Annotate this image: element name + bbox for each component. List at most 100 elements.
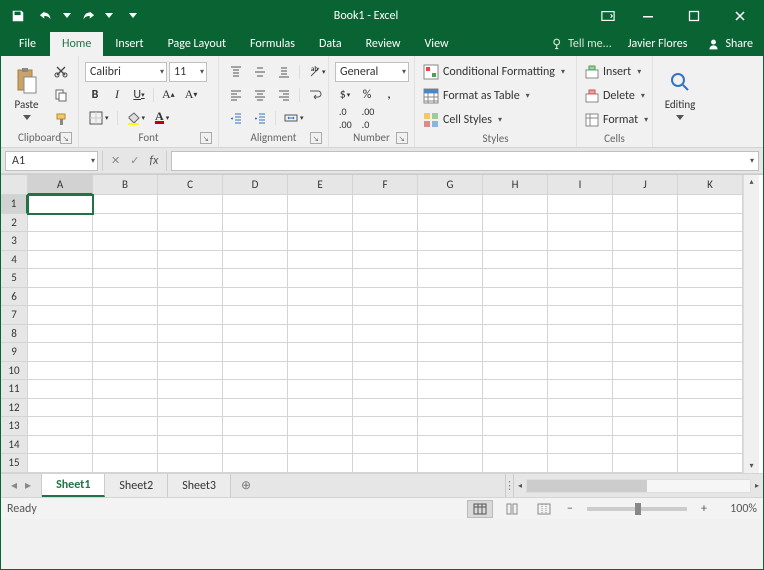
select-all-corner[interactable] (1, 175, 28, 195)
undo-icon[interactable] (33, 4, 59, 28)
column-header[interactable]: H (483, 175, 548, 195)
cell[interactable] (28, 269, 93, 288)
fill-color-button[interactable]: ▾ (122, 108, 150, 128)
tab-formulas[interactable]: Formulas (238, 32, 307, 56)
formula-bar-input[interactable]: ▾ (171, 151, 759, 171)
cell[interactable] (93, 325, 158, 344)
cell[interactable] (28, 362, 93, 381)
cell[interactable] (418, 454, 483, 473)
shrink-font-button[interactable]: A▾ (181, 85, 202, 105)
increase-indent-button[interactable] (249, 108, 271, 128)
cell[interactable] (418, 399, 483, 418)
conditional-formatting-button[interactable]: Conditional Formatting▾ (421, 61, 567, 83)
cell[interactable] (353, 362, 418, 381)
cell[interactable] (418, 306, 483, 325)
align-middle-button[interactable] (249, 62, 271, 82)
cell[interactable] (223, 306, 288, 325)
cell[interactable] (548, 251, 613, 270)
user-name[interactable]: Javier Flores (618, 32, 698, 56)
cell[interactable] (28, 436, 93, 455)
cell[interactable] (288, 343, 353, 362)
align-left-button[interactable] (225, 85, 247, 105)
cell[interactable] (28, 380, 93, 399)
view-page-break-button[interactable] (531, 500, 557, 518)
cell[interactable] (158, 325, 223, 344)
decrease-indent-button[interactable] (225, 108, 247, 128)
tab-review[interactable]: Review (354, 32, 413, 56)
cell[interactable] (483, 195, 548, 214)
cell[interactable] (93, 306, 158, 325)
cell[interactable] (353, 399, 418, 418)
sheet-nav-next-icon[interactable]: ▸ (25, 478, 31, 493)
redo-dropdown-icon[interactable] (103, 4, 115, 28)
vertical-scrollbar[interactable]: ▴▾ (743, 175, 759, 473)
row-header[interactable]: 10 (1, 362, 28, 381)
cell[interactable] (28, 454, 93, 473)
tab-page-layout[interactable]: Page Layout (156, 32, 238, 56)
cell[interactable] (678, 380, 743, 399)
cell[interactable] (353, 195, 418, 214)
decrease-decimal-button[interactable]: .00.0 (358, 108, 379, 128)
cell[interactable] (613, 399, 678, 418)
cell[interactable] (223, 214, 288, 233)
cell[interactable] (353, 232, 418, 251)
cell[interactable] (288, 417, 353, 436)
cell[interactable] (678, 454, 743, 473)
spreadsheet-grid[interactable]: ABCDEFGHIJK▴▾123456789101112131415 (1, 174, 763, 473)
cell[interactable] (418, 269, 483, 288)
cell[interactable] (613, 362, 678, 381)
row-header[interactable]: 5 (1, 269, 28, 288)
row-header[interactable]: 3 (1, 232, 28, 251)
cell-styles-button[interactable]: Cell Styles▾ (421, 109, 567, 131)
cell[interactable] (353, 306, 418, 325)
cell[interactable] (158, 269, 223, 288)
cell[interactable] (483, 251, 548, 270)
row-header[interactable]: 12 (1, 399, 28, 418)
cell[interactable] (28, 343, 93, 362)
cell[interactable] (418, 417, 483, 436)
tab-view[interactable]: View (413, 32, 461, 56)
cell[interactable] (613, 269, 678, 288)
cell[interactable] (483, 306, 548, 325)
cell[interactable] (158, 362, 223, 381)
cell[interactable] (93, 232, 158, 251)
alignment-launcher[interactable] (310, 132, 322, 144)
currency-button[interactable]: $▾ (335, 85, 355, 105)
cell[interactable] (678, 362, 743, 381)
cell[interactable] (288, 306, 353, 325)
undo-dropdown-icon[interactable] (61, 4, 73, 28)
cell[interactable] (483, 417, 548, 436)
borders-button[interactable]: ▾ (85, 108, 113, 128)
cell[interactable] (418, 362, 483, 381)
cell[interactable] (288, 195, 353, 214)
cell[interactable] (613, 454, 678, 473)
cell[interactable] (353, 436, 418, 455)
cell[interactable] (288, 325, 353, 344)
cell[interactable] (28, 417, 93, 436)
row-header[interactable]: 14 (1, 436, 28, 455)
column-header[interactable]: G (418, 175, 483, 195)
cell[interactable] (548, 380, 613, 399)
sheet-tab[interactable]: Sheet1 (42, 474, 105, 497)
cell[interactable] (678, 288, 743, 307)
comma-button[interactable]: , (379, 85, 399, 105)
enter-formula-icon[interactable]: ✓ (130, 154, 139, 167)
row-header[interactable]: 4 (1, 251, 28, 270)
cell[interactable] (418, 195, 483, 214)
row-header[interactable]: 11 (1, 380, 28, 399)
new-sheet-button[interactable]: ⊕ (231, 474, 261, 497)
cell[interactable] (418, 343, 483, 362)
cell[interactable] (483, 362, 548, 381)
font-color-button[interactable]: A▾ (151, 108, 173, 128)
tell-me-search[interactable]: Tell me... (545, 32, 618, 56)
cell[interactable] (288, 288, 353, 307)
cell[interactable] (483, 380, 548, 399)
cell[interactable] (548, 436, 613, 455)
cell[interactable] (418, 288, 483, 307)
cell[interactable] (613, 417, 678, 436)
cell[interactable] (483, 454, 548, 473)
clipboard-launcher[interactable] (60, 132, 72, 144)
cell[interactable] (483, 288, 548, 307)
expand-formula-bar-icon[interactable]: ▾ (746, 156, 758, 166)
cell[interactable] (158, 436, 223, 455)
